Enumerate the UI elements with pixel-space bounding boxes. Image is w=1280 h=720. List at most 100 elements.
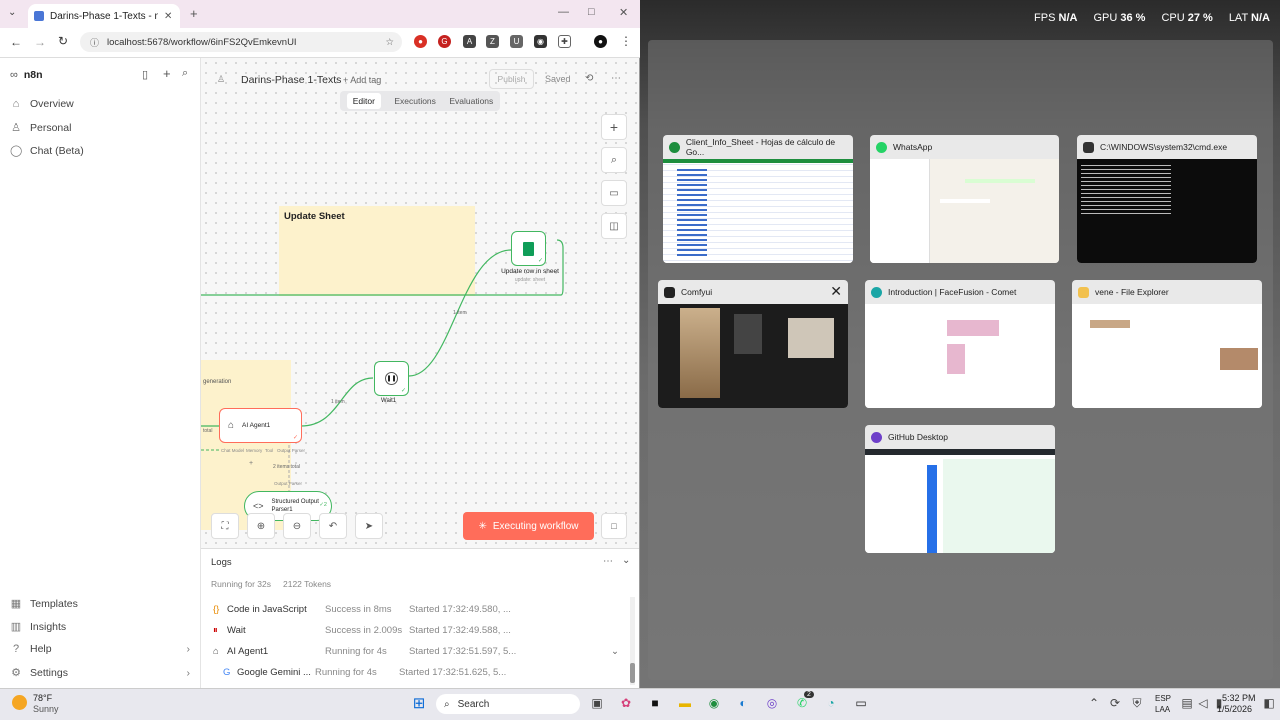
log-row[interactable]: {} Code in JavaScript Success in 8ms Sta… [213, 600, 633, 618]
n8n-logo[interactable]: ∞ n8n [10, 69, 43, 81]
sidebar-item-label: Chat (Beta) [30, 144, 84, 157]
logs-collapse-icon[interactable]: ⌄ [622, 555, 630, 566]
sidebar-item-help[interactable]: ? Help › [10, 643, 190, 655]
forward-icon[interactable]: → [34, 35, 46, 49]
extension-red-icon[interactable]: G [438, 35, 451, 48]
sidebar-item-chat[interactable]: ◯ Chat (Beta) [10, 144, 84, 158]
browser-menu-icon[interactable]: ⋮ [620, 34, 632, 48]
tab-evaluations[interactable]: Evaluations [449, 96, 493, 106]
window-card-whatsapp[interactable]: WhatsApp [870, 135, 1059, 263]
stop-execution-button[interactable]: □ [601, 513, 627, 539]
log-row[interactable]: ⏸ Wait Success in 2.009s Started 17:32:4… [213, 621, 633, 639]
weather-desc[interactable]: Sunny [33, 704, 59, 714]
node-update-row[interactable]: ✓ [511, 231, 546, 266]
security-icon[interactable]: ⛨ [1128, 694, 1146, 712]
chrome-icon [669, 141, 680, 153]
profile-avatar[interactable]: ● [594, 35, 607, 48]
browser-tab[interactable]: Darins-Phase 1-Texts - n8n ✕ [28, 4, 180, 28]
edge-icon[interactable]: ◐ [734, 694, 752, 712]
undo-icon[interactable]: ↶ [319, 513, 347, 539]
tray-overflow-icon[interactable]: ⌃ [1085, 694, 1103, 712]
add-subnode-plus-icon[interactable]: + [249, 460, 253, 467]
log-row[interactable]: G Google Gemini ... Running for 4s Start… [223, 663, 643, 681]
bookmark-star-icon[interactable]: ☆ [385, 37, 394, 48]
windows-start-icon[interactable]: ⊞ [410, 694, 428, 712]
window-card-comfyui[interactable]: Comfyui ✕ [658, 280, 848, 408]
panel-toggle-icon[interactable]: ◫ [601, 213, 627, 239]
scrollbar-thumb[interactable] [630, 663, 635, 683]
cpu-stat: CPU 27 % [1161, 12, 1213, 24]
extension-z-icon[interactable]: Z [486, 35, 499, 48]
sidebar-item-insights[interactable]: ▥ Insights [10, 620, 66, 634]
github-desktop-icon[interactable]: ◎ [763, 694, 781, 712]
tab-close-icon[interactable]: ✕ [164, 11, 172, 22]
close-window-icon[interactable]: ✕ [830, 283, 842, 300]
minimize-button[interactable]: — [558, 6, 569, 18]
history-icon[interactable]: ⟲ [585, 73, 593, 84]
tab-executions[interactable]: Executions [394, 96, 436, 106]
taskbar-search[interactable]: ⌕ Search [436, 694, 580, 714]
window-card-cmd[interactable]: C:\WINDOWS\system32\cmd.exe [1077, 135, 1257, 263]
window-card-facefusion[interactable]: Introduction | FaceFusion - Comet [865, 280, 1055, 408]
log-row[interactable]: ⌂ AI Agent1 Running for 4s Started 17:32… [213, 642, 633, 660]
extension-a-icon[interactable]: A [463, 35, 476, 48]
node-wait[interactable]: ❚❚ ✓ [374, 361, 409, 396]
zoom-out-icon[interactable]: ⊖ [283, 513, 311, 539]
extension-u-icon[interactable]: U [510, 35, 523, 48]
clock-date[interactable]: 1/5/2026 [1217, 704, 1252, 714]
close-window-button[interactable]: ✕ [619, 6, 628, 19]
window-card-github-desktop[interactable]: GitHub Desktop [865, 425, 1055, 553]
add-tag-button[interactable]: + Add tag [343, 75, 381, 85]
copilot-icon[interactable]: ✿ [617, 694, 635, 712]
back-icon[interactable]: ← [10, 35, 22, 49]
sync-icon[interactable]: ⟳ [1106, 694, 1124, 712]
task-view-icon[interactable]: ▣ [588, 694, 606, 712]
keyboard-layout[interactable]: LAA [1155, 705, 1170, 714]
url-bar[interactable]: ⓘ localhost:5678/workflow/6inFS2QvEmkevn… [80, 32, 402, 52]
workflow-name[interactable]: Darins-Phase 1-Texts [241, 74, 341, 86]
node-ai-agent[interactable]: ⌂ AI Agent1 ✓ [219, 408, 302, 443]
tab-list-chevron-icon[interactable]: ⌄ [8, 7, 16, 18]
fit-view-icon[interactable]: ⛶ [211, 513, 239, 539]
logs-more-icon[interactable]: ⋯ [603, 556, 613, 567]
notifications-icon[interactable]: ◧ [1260, 694, 1278, 712]
sidebar-item-settings[interactable]: ⚙ Settings › [10, 666, 190, 680]
record-extension-icon[interactable]: ● [414, 35, 427, 48]
create-icon[interactable]: + [163, 66, 171, 81]
language-indicator[interactable]: ESP [1155, 694, 1171, 703]
window-card-sheets[interactable]: Client_Info_Sheet - Hojas de cálculo de … [663, 135, 853, 263]
zoom-in-icon[interactable]: ⊕ [247, 513, 275, 539]
maximize-button[interactable]: □ [588, 6, 595, 18]
clock-time[interactable]: 5:32 PM [1222, 693, 1256, 703]
sticky-note-icon[interactable]: ▭ [601, 180, 627, 206]
window-title: vene - File Explorer [1095, 287, 1169, 297]
search-nodes-icon[interactable]: ⌕ [601, 147, 627, 173]
extension-mask-icon[interactable]: ◉ [534, 35, 547, 48]
executing-workflow-button[interactable]: ✳ Executing workflow [463, 512, 594, 540]
reload-icon[interactable]: ↻ [58, 34, 68, 48]
add-node-button[interactable]: + [601, 114, 627, 140]
weather-sun-icon[interactable] [12, 695, 27, 710]
new-tab-button[interactable]: + [190, 6, 198, 21]
sidebar-item-personal[interactable]: ♙ Personal [10, 121, 71, 135]
chrome-icon[interactable]: ◉ [705, 694, 723, 712]
extensions-puzzle-icon[interactable]: ✚ [558, 35, 571, 48]
comet-icon[interactable]: ◔ [822, 694, 840, 712]
weather-temp[interactable]: 78°F [33, 693, 52, 703]
collapse-sidebar-icon[interactable]: ▯ [142, 68, 148, 81]
expand-chevron-icon[interactable]: ⌄ [611, 646, 619, 657]
sidebar-item-overview[interactable]: ⌂ Overview [10, 98, 74, 110]
site-info-icon[interactable]: ⓘ [90, 36, 99, 49]
camera-app-icon[interactable]: ■ [646, 694, 664, 712]
file-explorer-icon[interactable]: ▬ [676, 694, 694, 712]
tab-editor[interactable]: Editor [346, 93, 381, 109]
workflow-canvas[interactable]: Update Sheet generation 1 item 1 item to… [201, 58, 639, 548]
window-card-file-explorer[interactable]: vene - File Explorer [1072, 280, 1262, 408]
sidebar-item-templates[interactable]: ▦ Templates [10, 597, 78, 611]
search-icon[interactable]: ⌕ [182, 67, 188, 80]
logs-scrollbar[interactable] [630, 597, 635, 685]
pointer-icon[interactable]: ➤ [355, 513, 383, 539]
terminal-icon[interactable]: ▭ [852, 694, 870, 712]
more-options-icon[interactable]: ⋯ [611, 73, 621, 84]
publish-button[interactable]: Publish [489, 69, 534, 89]
